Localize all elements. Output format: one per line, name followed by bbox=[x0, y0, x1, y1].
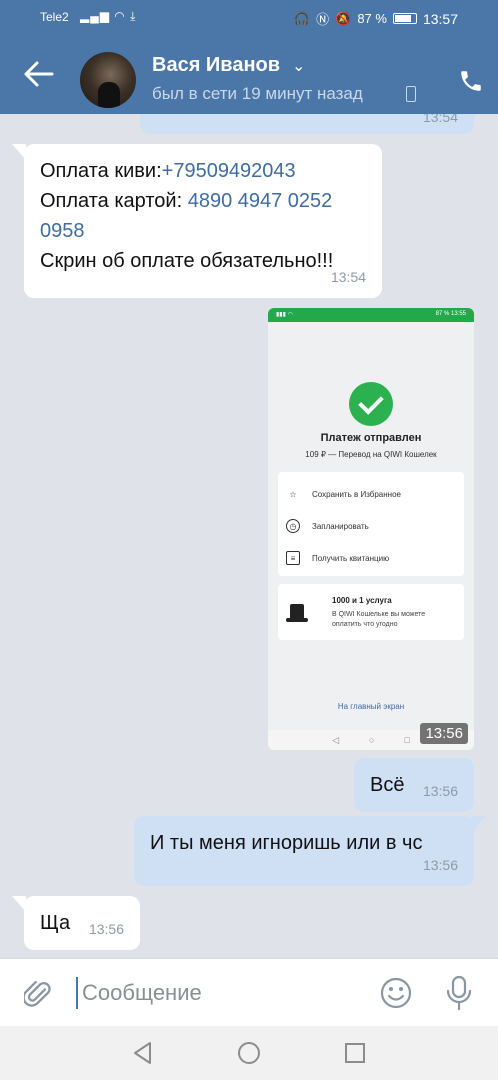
last-seen-status: был в сети 19 минут назад bbox=[152, 84, 363, 103]
phone-call-icon[interactable] bbox=[458, 68, 484, 94]
message-time: 13:56 bbox=[420, 723, 468, 744]
image-status-right: 87 % 13:55 bbox=[435, 311, 466, 317]
message-list[interactable]: 13:54 Оплата киви:+79509492043 Оплата ка… bbox=[0, 114, 498, 958]
message-bubble-outgoing[interactable]: И ты меня игноришь или в чс 13:56 bbox=[134, 816, 486, 886]
nfc-icon: Ⓝ bbox=[316, 12, 330, 27]
message-text: Скрин об оплате обязательно!!! bbox=[40, 250, 334, 272]
contact-name[interactable]: Вася Иванов bbox=[152, 54, 280, 77]
image-action-item: ≡ Получить квитанцию bbox=[286, 548, 389, 568]
image-promo-card: 1000 и 1 услуга В QIWI Кошельке вы может… bbox=[278, 584, 464, 640]
message-time: 13:56 bbox=[422, 857, 458, 873]
clock: 13:57 bbox=[422, 10, 458, 27]
carrier-name: Tele2 bbox=[40, 10, 69, 24]
message-line: Оплата киви:+79509492043 bbox=[40, 156, 366, 186]
nav-home-icon[interactable] bbox=[236, 1040, 262, 1066]
image-actions-card: ☆ Сохранить в Избранное ◷ Запланировать ≡ П… bbox=[278, 472, 464, 576]
nav-back-icon[interactable] bbox=[130, 1040, 156, 1066]
emoji-icon[interactable] bbox=[380, 977, 412, 1009]
star-icon: ☆ bbox=[289, 489, 297, 499]
image-title: Платеж отправлен bbox=[320, 432, 422, 444]
battery-icon bbox=[392, 13, 417, 24]
message-line: 0958 bbox=[40, 216, 366, 246]
avatar[interactable] bbox=[80, 52, 136, 108]
magic-hat-icon bbox=[286, 598, 308, 624]
message-bubble-partial[interactable]: 13:54 bbox=[140, 114, 474, 134]
message-time: 13:54 bbox=[422, 114, 458, 125]
status-bar: Tele2 ▂▄▆ ◠ ⤓ 🎧 Ⓝ 🔕 87 % 13:57 bbox=[0, 0, 498, 32]
image-status-bar: ▮▮▮ ◠ 87 % 13:55 bbox=[268, 308, 474, 322]
status-icons: 🎧 Ⓝ 🔕 87 % 13:57 bbox=[294, 9, 458, 28]
message-text: Ща bbox=[40, 912, 71, 934]
message-text: И ты меня игноришь или в чс bbox=[150, 832, 423, 854]
message-bubble-incoming[interactable]: Оплата киви:+79509492043 Оплата картой: … bbox=[12, 144, 382, 298]
checkmark-icon bbox=[349, 382, 393, 426]
image-action-item: ☆ Сохранить в Избранное bbox=[286, 484, 401, 504]
message-bubble-outgoing[interactable]: Всё 13:56 bbox=[354, 758, 474, 812]
headset-icon: 🎧 bbox=[293, 10, 311, 26]
message-input[interactable] bbox=[76, 977, 356, 1009]
image-attachment[interactable]: ▮▮▮ ◠ 87 % 13:55 Платеж отправлен 109 ₽ … bbox=[268, 308, 474, 750]
mute-icon: 🔕 bbox=[335, 10, 352, 26]
receipt-icon: ≡ bbox=[286, 551, 300, 565]
image-home-link: На главный экран bbox=[337, 702, 405, 711]
chevron-down-icon[interactable]: ⌄ bbox=[292, 56, 305, 76]
message-time: 13:56 bbox=[88, 921, 124, 937]
card-number-link[interactable]: 4890 4947 0252 bbox=[188, 190, 333, 212]
clock-icon: ◷ bbox=[286, 519, 300, 533]
phone-link[interactable]: +79509492043 bbox=[162, 160, 296, 182]
nav-recent-icon[interactable] bbox=[342, 1040, 368, 1066]
back-arrow-icon[interactable] bbox=[22, 60, 56, 88]
card-number-link-cont[interactable]: 0958 bbox=[40, 220, 85, 242]
chat-header: Вася Иванов ⌄ был в сети 19 минут назад bbox=[0, 32, 498, 114]
promo-title: 1000 и 1 услуга bbox=[332, 596, 392, 605]
message-text: Всё bbox=[370, 774, 405, 796]
image-subtitle: 109 ₽ — Перевод на QIWI Кошелек bbox=[305, 450, 437, 459]
message-line: Оплата картой: 4890 4947 0252 bbox=[40, 186, 366, 216]
attach-icon[interactable] bbox=[24, 979, 52, 1009]
message-bubble-incoming[interactable]: Ща 13:56 bbox=[12, 896, 140, 950]
signal-icon: ▂▄▆ ◠ ⤓ bbox=[80, 9, 137, 23]
message-text: Оплата киви: bbox=[40, 160, 162, 182]
image-action-item: ◷ Запланировать bbox=[286, 516, 369, 536]
message-time: 13:56 bbox=[422, 783, 458, 799]
mobile-device-icon bbox=[406, 86, 416, 102]
message-text: Оплата картой: bbox=[40, 190, 188, 212]
system-nav-bar bbox=[0, 1026, 498, 1080]
battery-percent: 87 % bbox=[357, 11, 387, 26]
microphone-icon[interactable] bbox=[444, 975, 474, 1011]
promo-text: В QIWI Кошельке вы можете оплатить что у… bbox=[332, 611, 426, 628]
message-time: 13:54 bbox=[330, 269, 366, 285]
message-input-bar bbox=[0, 958, 498, 1026]
image-carrier-icon: ▮▮▮ ◠ bbox=[276, 312, 293, 318]
